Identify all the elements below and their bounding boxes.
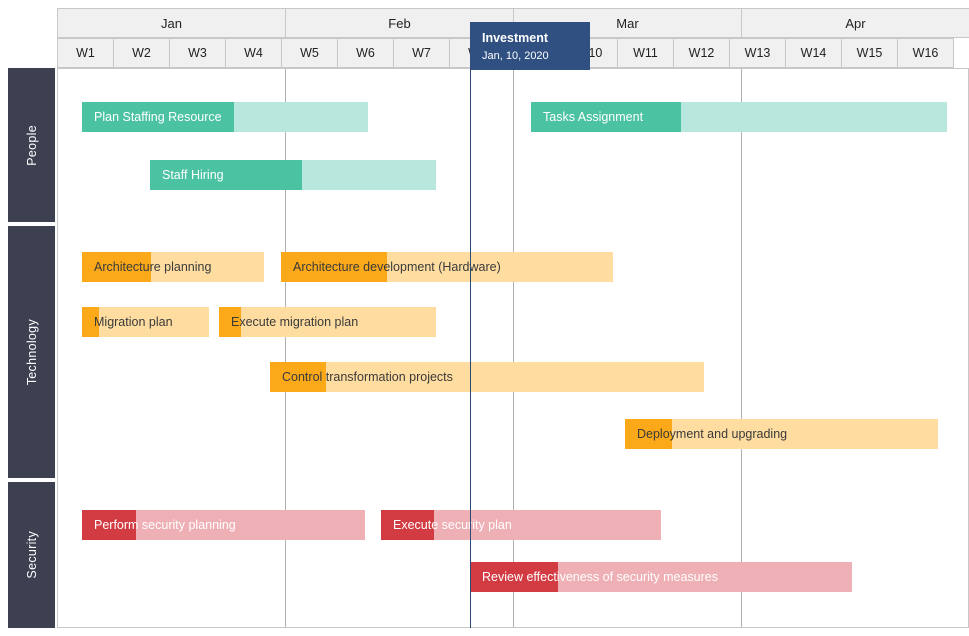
week-header-cell[interactable]: W4: [225, 38, 282, 68]
task-bar[interactable]: Execute security plan: [381, 510, 661, 540]
month-gridline: [741, 69, 742, 627]
task-bar[interactable]: Review effectiveness of security measure…: [470, 562, 852, 592]
group-label-people: People: [8, 68, 55, 222]
task-progress: [470, 562, 558, 592]
task-progress: [82, 307, 99, 337]
task-bar[interactable]: Deployment and upgrading: [625, 419, 938, 449]
task-bar[interactable]: Migration plan: [82, 307, 209, 337]
milestone-line: [470, 22, 471, 628]
task-progress: [625, 419, 672, 449]
month-header-cell: Apr: [741, 8, 969, 38]
week-header-cell[interactable]: W13: [729, 38, 786, 68]
task-bar[interactable]: Staff Hiring: [150, 160, 436, 190]
group-label-text: People: [24, 124, 39, 166]
task-progress: [82, 252, 152, 282]
group-label-security: Security: [8, 482, 55, 628]
task-bar[interactable]: Plan Staffing Resource: [82, 102, 368, 132]
task-progress: [219, 307, 241, 337]
month-gridline: [513, 69, 514, 627]
task-progress: [381, 510, 435, 540]
milestone-marker[interactable]: Investment Jan, 10, 2020: [470, 22, 590, 70]
week-header-cell[interactable]: W12: [673, 38, 730, 68]
group-label-text: Security: [24, 531, 39, 579]
week-header-cell[interactable]: W11: [617, 38, 674, 68]
task-progress: [531, 102, 681, 132]
task-progress: [82, 102, 234, 132]
week-header-cell[interactable]: W1: [57, 38, 114, 68]
milestone-title: Investment: [482, 31, 548, 45]
task-bar[interactable]: Execute migration plan: [219, 307, 436, 337]
week-header-cell[interactable]: W15: [841, 38, 898, 68]
gantt-chart: JanFebMarApr W1W2W3W4W5W6W7W8W9W10W11W12…: [0, 0, 969, 636]
chart-body: [57, 68, 969, 628]
week-header-cell[interactable]: W2: [113, 38, 170, 68]
task-progress: [82, 510, 136, 540]
task-bar[interactable]: Perform security planning: [82, 510, 365, 540]
week-header-cell[interactable]: W14: [785, 38, 842, 68]
group-label-technology: Technology: [8, 226, 55, 478]
week-header-cell[interactable]: W3: [169, 38, 226, 68]
task-bar[interactable]: Architecture development (Hardware): [281, 252, 613, 282]
task-progress: [281, 252, 388, 282]
group-label-text: Technology: [24, 318, 39, 386]
week-header-cell[interactable]: W6: [337, 38, 394, 68]
task-bar[interactable]: Architecture planning: [82, 252, 264, 282]
task-bar[interactable]: Tasks Assignment: [531, 102, 947, 132]
week-header-cell[interactable]: W5: [281, 38, 338, 68]
milestone-date: Jan, 10, 2020: [482, 50, 549, 62]
month-gridline: [285, 69, 286, 627]
week-header-cell[interactable]: W7: [393, 38, 450, 68]
task-progress: [150, 160, 302, 190]
week-header-cell[interactable]: W16: [897, 38, 954, 68]
task-progress: [270, 362, 327, 392]
task-bar[interactable]: Control transformation projects: [270, 362, 704, 392]
month-header-cell: Jan: [57, 8, 286, 38]
